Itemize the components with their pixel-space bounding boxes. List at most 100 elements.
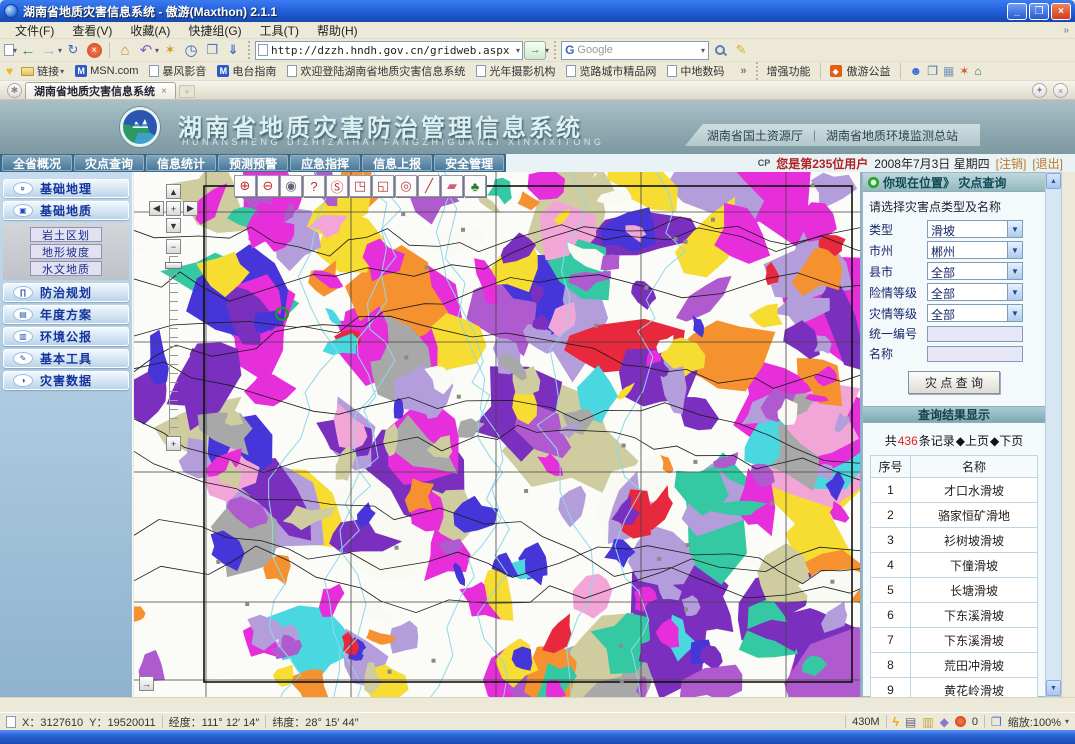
window-plugin-icon[interactable]: ❐ <box>927 64 938 78</box>
nav-tab[interactable]: 信息上报 <box>362 155 432 171</box>
link-window-icon[interactable]: ❐ <box>202 40 222 60</box>
url-text[interactable]: http://dzzh.hndh.gov.cn/gridweb.aspx <box>271 44 515 57</box>
link-city[interactable]: 览路城市精品网 <box>563 63 659 79</box>
link-storm[interactable]: 暴风影音 <box>146 63 209 79</box>
messenger-icon[interactable]: ☻ <box>910 64 923 78</box>
query-button[interactable]: 灾 点 查 询 <box>908 371 1000 394</box>
link-welcome[interactable]: 欢迎登陆湖南省地质灾害信息系统 <box>284 63 468 79</box>
menu-favorites[interactable]: 收藏(A) <box>121 21 179 40</box>
sidebar-item-basic-geography[interactable]: » 基础地理 <box>3 179 129 198</box>
sidebar-subitem-hydrogeology[interactable]: 水文地质 <box>30 261 102 276</box>
zoom-slider-thumb[interactable] <box>165 262 182 269</box>
pan-right-button[interactable]: ▶ <box>183 201 198 216</box>
printer-icon[interactable]: ▤ <box>905 715 916 729</box>
zoom-minus-button[interactable]: − <box>166 239 181 254</box>
home-icon[interactable]: ⌂ <box>115 40 135 60</box>
alert-icon[interactable] <box>955 716 966 727</box>
menu-help[interactable]: 帮助(H) <box>308 21 367 40</box>
sidebar-subitem-terrain-slope[interactable]: 地形坡度 <box>30 244 102 259</box>
disaster-level-select[interactable]: 全部▼ <box>927 304 1023 322</box>
shop-plugin-icon[interactable]: ⌂ <box>974 64 981 78</box>
table-row[interactable]: 8荒田冲滑坡 <box>871 653 1038 678</box>
scroll-up-icon[interactable]: ▲ <box>1046 173 1061 189</box>
undo-caret-icon[interactable]: ▾ <box>155 46 159 55</box>
nav-tab[interactable]: 应急指挥 <box>290 155 360 171</box>
menu-overflow-icon[interactable]: » <box>1063 25 1069 36</box>
zoom-slider-track[interactable] <box>169 256 178 434</box>
folder-icon[interactable]: ▥ <box>922 715 933 729</box>
sidebar-item-annual-plan[interactable]: ▤ 年度方案 <box>3 305 129 324</box>
nav-tab[interactable]: 信息统计 <box>146 155 216 171</box>
links-folder[interactable]: 链接▾ <box>18 63 67 79</box>
wrench-icon[interactable]: ✦ <box>1032 83 1047 98</box>
download-icon[interactable]: ⇓ <box>223 40 243 60</box>
sidebar-item-basic-geology[interactable]: ▣ 基础地质 <box>3 201 129 220</box>
tab-close-icon[interactable]: × <box>161 86 167 97</box>
menu-tools[interactable]: 工具(T) <box>251 21 308 40</box>
zoom-level[interactable]: 缩放:100% <box>1008 714 1061 730</box>
danger-level-select[interactable]: 全部▼ <box>927 283 1023 301</box>
restore-button[interactable]: ❐ <box>1029 3 1049 20</box>
layer-tree-icon[interactable]: ♣ <box>464 175 486 197</box>
panel-scrollbar[interactable]: ▲ ▼ <box>1045 172 1062 697</box>
link-radio[interactable]: M电台指南 <box>214 63 279 79</box>
link-photo[interactable]: 光年摄影机构 <box>473 63 558 79</box>
active-tab[interactable]: 湖南省地质灾害信息系统 × <box>25 82 176 99</box>
book-icon[interactable]: ◆ <box>940 715 949 729</box>
links-overflow-icon[interactable]: » <box>740 65 746 77</box>
search-engine-caret-icon[interactable]: ▾ <box>701 46 705 55</box>
nav-tab[interactable]: 安全管理 <box>434 155 504 171</box>
header-link-geo-monitor[interactable]: 湖南省地质环境监测总站 <box>826 127 958 144</box>
charity-link[interactable]: 傲游公益 <box>847 63 891 79</box>
prev-page-link[interactable]: ◆上页 <box>956 432 989 449</box>
favorites-circle-icon[interactable]: ✱ <box>7 83 22 98</box>
menu-view[interactable]: 查看(V) <box>63 21 121 40</box>
sidebar-subitem-rock-zoning[interactable]: 岩土区划 <box>30 227 102 242</box>
close-button[interactable]: × <box>1051 3 1071 20</box>
link-msn[interactable]: MMSN.com <box>72 65 141 77</box>
select-polygon-icon[interactable]: ◱ <box>372 175 394 197</box>
cascade-windows-icon[interactable]: ❐ <box>991 715 1002 729</box>
name-input[interactable] <box>927 346 1023 362</box>
undo-icon[interactable]: ↶ <box>136 40 156 60</box>
sidebar-item-prevention-planning[interactable]: ∏ 防治规划 <box>3 283 129 302</box>
zoom-caret-icon[interactable]: ▾ <box>1065 717 1069 726</box>
pan-down-button[interactable]: ▼ <box>166 218 181 233</box>
table-row[interactable]: 4下僮滑坡 <box>871 553 1038 578</box>
type-select[interactable]: 滑坡▼ <box>927 220 1023 238</box>
nav-tab[interactable]: 灾点查询 <box>74 155 144 171</box>
pan-left-button[interactable]: ◀ <box>149 201 164 216</box>
zoom-in-icon[interactable]: ⊕ <box>234 175 256 197</box>
minimize-button[interactable]: _ <box>1007 3 1027 20</box>
new-page-caret-icon[interactable]: ▾ <box>13 46 17 55</box>
highlighter-icon[interactable]: ✎ <box>731 40 751 60</box>
menu-file[interactable]: 文件(F) <box>6 21 63 40</box>
address-dropdown-icon[interactable]: ▾ <box>516 46 520 55</box>
favorites-heart-icon[interactable]: ♥ <box>6 64 13 78</box>
go-button[interactable]: → <box>524 41 546 60</box>
identify-icon[interactable]: ◎ <box>395 175 417 197</box>
history-clock-icon[interactable]: ◷ <box>181 40 201 60</box>
pan-center-button[interactable]: + <box>166 201 181 216</box>
search-input[interactable]: Google <box>577 44 700 56</box>
vip-plugin-icon[interactable]: ✶ <box>959 64 969 78</box>
logout-link[interactable]: [注销] <box>996 155 1027 172</box>
address-bar[interactable]: http://dzzh.hndh.gov.cn/gridweb.aspx ▾ <box>255 41 523 60</box>
sidebar-item-disaster-data[interactable]: ◑ 灾害数据 <box>3 371 129 390</box>
table-row[interactable]: 5长塘滑坡 <box>871 578 1038 603</box>
link-zhongdi[interactable]: 中地数码 <box>664 63 727 79</box>
eraser-icon[interactable]: ▰ <box>441 175 463 197</box>
nav-tab[interactable]: 预测预警 <box>218 155 288 171</box>
pan-icon[interactable]: ◉ <box>280 175 302 197</box>
go-caret-icon[interactable]: ▾ <box>545 46 549 55</box>
map-viewport[interactable]: ⊕ ⊖ ◉ ? Ⓢ ◳ ◱ ◎ ╱ ▰ ♣ ▲ ◀ + ▶ ▼ − + → <box>134 172 861 697</box>
clear-selection-icon[interactable]: Ⓢ <box>326 175 348 197</box>
zoom-plus-button[interactable]: + <box>166 436 181 451</box>
search-icon[interactable] <box>710 40 730 60</box>
zoom-out-icon[interactable]: ⊖ <box>257 175 279 197</box>
nav-tab[interactable]: 全省概况 <box>2 155 72 171</box>
county-select[interactable]: 全部▼ <box>927 262 1023 280</box>
header-link-land-resources[interactable]: 湖南省国土资源厅 <box>707 127 803 144</box>
table-row[interactable]: 2骆家恒矿滑地 <box>871 503 1038 528</box>
map-edge-pan-icon[interactable]: → <box>139 676 154 691</box>
